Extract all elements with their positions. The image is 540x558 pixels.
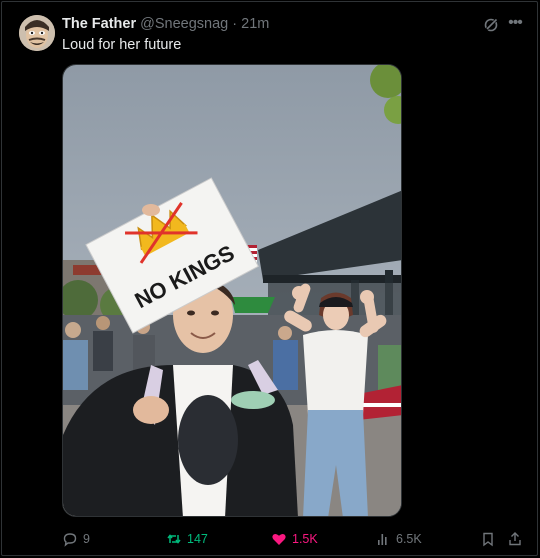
reply-button[interactable]: 9 [62,529,90,549]
bookmark-icon [483,532,493,547]
repost-button[interactable]: 147 [166,529,208,549]
like-button[interactable]: 1.5K [271,529,318,549]
heart-filled-icon [272,534,286,545]
reply-count: 9 [83,532,90,546]
repost-arrows-icon [167,534,181,544]
post-text: Loud for her future [62,37,182,53]
more-dots-icon[interactable]: ••• [506,14,524,32]
avatar-image [19,15,55,51]
action-bar: 9 147 1.5K 6.5K [60,529,530,549]
bookmark-button[interactable] [480,529,496,549]
share-button[interactable] [507,529,523,549]
reply-bubble-icon [63,533,77,547]
post-time[interactable]: 21m [241,16,269,32]
author-handle[interactable]: @Sneegsnag [140,16,228,32]
protest-photo: NO KINGS [63,65,401,516]
views-button[interactable]: 6.5K [375,529,422,549]
post-photo[interactable]: NO KINGS [62,64,402,517]
post-header: The Father @Sneegsnag · 21m [62,15,269,33]
share-upload-icon [509,532,521,546]
repost-count: 147 [187,532,208,546]
views-bars-icon [378,534,387,545]
header-separator: · [232,16,238,32]
grok-icon[interactable] [483,17,499,33]
views-count: 6.5K [396,532,422,546]
tweet-card[interactable]: The Father @Sneegsnag · 21m Loud for her… [1,1,538,556]
author-name[interactable]: The Father [62,16,136,32]
avatar[interactable] [19,15,55,51]
like-count: 1.5K [292,532,318,546]
